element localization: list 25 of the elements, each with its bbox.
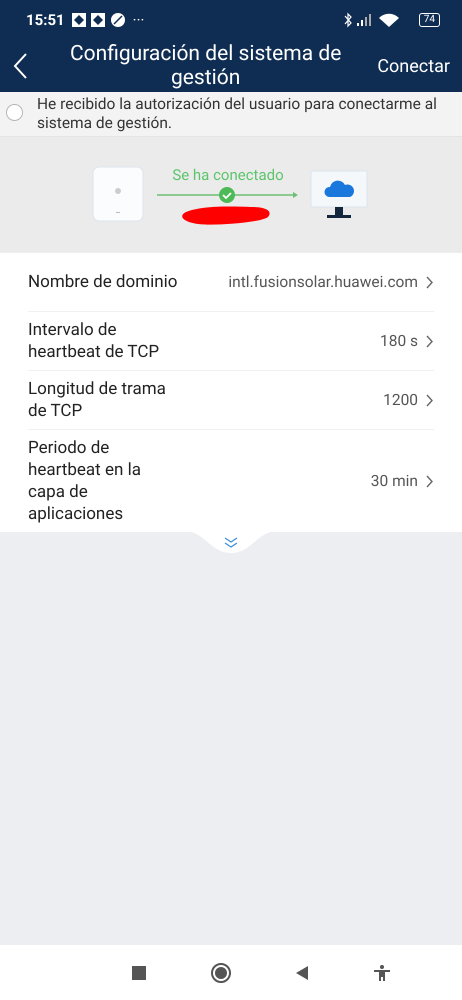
- home-icon[interactable]: [210, 962, 232, 984]
- more-indicator: ···: [132, 11, 144, 29]
- setting-label: Periodo de heartbeat en la capa de aplicaciones: [28, 437, 142, 525]
- battery-level: 74: [418, 13, 440, 27]
- setting-label: Intervalo de heartbeat de TCP: [28, 319, 160, 363]
- chevron-right-icon: [425, 474, 434, 488]
- back-nav-icon[interactable]: [294, 964, 310, 980]
- recents-icon[interactable]: [131, 964, 148, 980]
- setting-label: Longitud de trama de TCP: [28, 378, 167, 422]
- notification-icons: [70, 12, 127, 28]
- chevron-right-icon: [425, 276, 434, 288]
- chevron-right-icon: [425, 394, 434, 406]
- connection-status: Se ha conectado: [172, 166, 284, 184]
- authorization-radio[interactable]: [6, 104, 23, 121]
- chevron-right-icon: [425, 334, 434, 348]
- connect-button[interactable]: Conectar: [377, 56, 450, 76]
- setting-value[interactable]: 1200: [178, 391, 418, 409]
- setting-value[interactable]: 30 min: [178, 472, 418, 490]
- setting-value[interactable]: 180 s: [178, 332, 418, 350]
- authorization-text: He recibido la autorización del usuario para conectarme al sistema de gestión.: [37, 95, 438, 133]
- page-title: Configuración del sistema de gestión: [68, 42, 342, 90]
- accessibility-icon[interactable]: [372, 964, 391, 982]
- setting-value[interactable]: intl.fusionsolar.huawei.com: [178, 273, 418, 291]
- setting-label: Nombre de dominio: [28, 271, 178, 293]
- status-time: 15:51: [26, 11, 65, 29]
